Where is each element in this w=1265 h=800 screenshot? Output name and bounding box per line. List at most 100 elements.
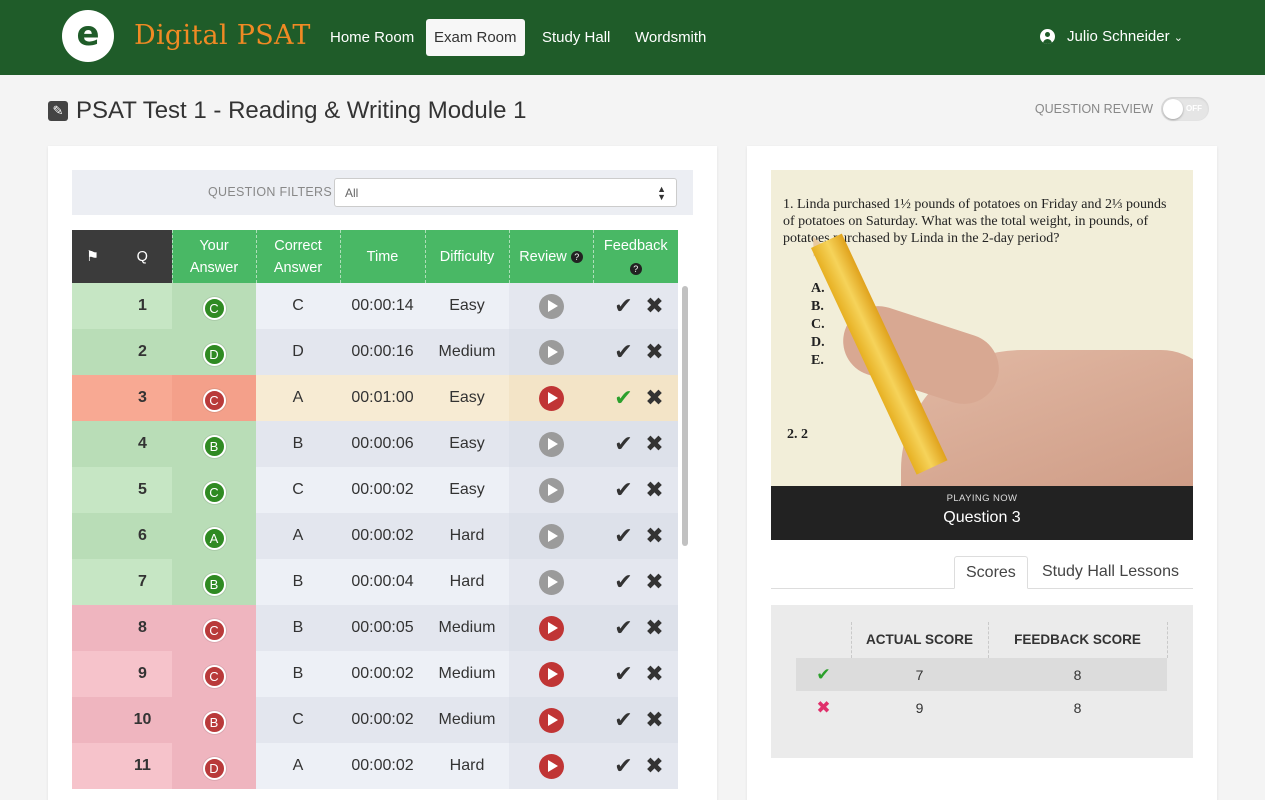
play-icon[interactable]	[538, 753, 564, 779]
difficulty-cell: Easy	[425, 467, 509, 513]
video-player[interactable]: 1. Linda purchased 1½ pounds of potatoes…	[771, 170, 1193, 486]
play-icon[interactable]	[538, 569, 564, 595]
play-icon[interactable]	[538, 385, 564, 411]
flag-column-header[interactable]: ⚑	[72, 230, 113, 283]
flag-cell[interactable]	[72, 697, 113, 743]
thumbs-check-icon[interactable]: ✔	[605, 340, 643, 365]
table-scrollbar[interactable]	[682, 286, 688, 546]
nav-home-room[interactable]: Home Room	[322, 19, 422, 56]
question-table: ⚑ Q Your Answer Correct Answer Time Diffic…	[72, 230, 678, 789]
review-cell	[509, 559, 593, 605]
play-icon[interactable]	[538, 707, 564, 733]
thumbs-cross-icon[interactable]: ✖	[643, 340, 667, 365]
feedback-score-value: 8	[988, 658, 1167, 691]
thumbs-check-icon[interactable]: ✔	[605, 386, 643, 411]
playing-now-title: Question 3	[943, 509, 1021, 526]
nav-wordsmith[interactable]: Wordsmith	[627, 19, 714, 56]
flag-cell[interactable]	[72, 651, 113, 697]
user-menu[interactable]: Julio Schneider ⌄	[1040, 28, 1183, 45]
thumbs-cross-icon[interactable]: ✖	[643, 294, 667, 319]
nav-exam-room[interactable]: Exam Room	[426, 19, 525, 56]
answer-badge: C	[202, 480, 226, 504]
thumbs-cross-icon[interactable]: ✖	[643, 386, 667, 411]
thumbs-check-icon[interactable]: ✔	[605, 432, 643, 457]
help-icon[interactable]: ?	[570, 250, 583, 263]
table-row[interactable]: 6 A A 00:00:02 Hard ✔ ✖	[72, 513, 678, 559]
thumbs-cross-icon[interactable]: ✖	[643, 478, 667, 503]
answer-badge: C	[202, 388, 226, 412]
time-cell: 00:00:14	[340, 283, 425, 329]
thumbs-cross-icon[interactable]: ✖	[643, 524, 667, 549]
your-answer-header[interactable]: Your Answer	[171, 230, 256, 283]
thumbs-cross-icon[interactable]: ✖	[643, 662, 667, 687]
select-caret-icon: ▲ ▼	[657, 184, 666, 202]
feedback-cell: ✔ ✖	[593, 559, 678, 605]
question-review-toggle[interactable]: OFF	[1161, 97, 1209, 121]
answer-badge: C	[202, 296, 226, 320]
correct-answer-cell: A	[256, 375, 340, 421]
flag-cell[interactable]	[72, 467, 113, 513]
review-header[interactable]: Review ?	[508, 230, 593, 283]
table-row[interactable]: 7 B B 00:00:04 Hard ✔ ✖	[72, 559, 678, 605]
thumbs-cross-icon[interactable]: ✖	[643, 708, 667, 733]
flag-cell[interactable]	[72, 329, 113, 375]
table-row[interactable]: 2 D D 00:00:16 Medium ✔ ✖	[72, 329, 678, 375]
play-icon[interactable]	[538, 339, 564, 365]
play-icon[interactable]	[538, 293, 564, 319]
table-row[interactable]: 4 B B 00:00:06 Easy ✔ ✖	[72, 421, 678, 467]
thumbs-check-icon[interactable]: ✔	[605, 294, 643, 319]
actual-score-header: ACTUAL SCORE	[850, 622, 989, 658]
review-cell	[509, 283, 593, 329]
play-icon[interactable]	[538, 661, 564, 687]
correct-answer-cell: B	[256, 605, 340, 651]
video-answer-choices: A. B. C. D. E.	[811, 281, 825, 368]
difficulty-cell: Easy	[425, 421, 509, 467]
table-row[interactable]: 3 C A 00:01:00 Easy ✔ ✖	[72, 375, 678, 421]
help-icon[interactable]: ?	[629, 262, 642, 275]
table-row[interactable]: 1 C C 00:00:14 Easy ✔ ✖	[72, 283, 678, 329]
thumbs-check-icon[interactable]: ✔	[605, 616, 643, 641]
flag-cell[interactable]	[72, 421, 113, 467]
flag-cell[interactable]	[72, 743, 113, 789]
flag-cell[interactable]	[72, 513, 113, 559]
thumbs-cross-icon[interactable]: ✖	[643, 754, 667, 779]
thumbs-check-icon[interactable]: ✔	[605, 524, 643, 549]
feedback-header[interactable]: Feedback?	[592, 230, 678, 283]
question-table-wrapper[interactable]: ⚑ Q Your Answer Correct Answer Time Diffic…	[72, 230, 693, 800]
tab-scores[interactable]: Scores	[954, 556, 1028, 589]
thumbs-cross-icon[interactable]: ✖	[643, 432, 667, 457]
tab-study-hall-lessons[interactable]: Study Hall Lessons	[1031, 556, 1190, 589]
brand-name[interactable]: Digital PSAT	[134, 20, 311, 51]
play-icon[interactable]	[538, 615, 564, 641]
thumbs-check-icon[interactable]: ✔	[605, 708, 643, 733]
review-cell	[509, 743, 593, 789]
thumbs-cross-icon[interactable]: ✖	[643, 616, 667, 641]
table-row[interactable]: 9 C B 00:00:02 Medium ✔ ✖	[72, 651, 678, 697]
table-row[interactable]: 5 C C 00:00:02 Easy ✔ ✖	[72, 467, 678, 513]
play-icon[interactable]	[538, 431, 564, 457]
correct-answer-header[interactable]: Correct Answer	[255, 230, 340, 283]
difficulty-cell: Medium	[425, 651, 509, 697]
difficulty-header[interactable]: Difficulty	[424, 230, 509, 283]
table-row[interactable]: 10 B C 00:00:02 Medium ✔ ✖	[72, 697, 678, 743]
flag-cell[interactable]	[72, 605, 113, 651]
thumbs-check-icon[interactable]: ✔	[605, 662, 643, 687]
q-column-header[interactable]: Q	[113, 230, 172, 283]
table-row[interactable]: 8 C B 00:00:05 Medium ✔ ✖	[72, 605, 678, 651]
thumbs-check-icon[interactable]: ✔	[605, 754, 643, 779]
thumbs-check-icon[interactable]: ✔	[605, 478, 643, 503]
nav-study-hall[interactable]: Study Hall	[534, 19, 618, 56]
play-icon[interactable]	[538, 477, 564, 503]
review-cell	[509, 605, 593, 651]
time-header[interactable]: Time	[339, 230, 425, 283]
flag-cell[interactable]	[72, 375, 113, 421]
flag-cell[interactable]	[72, 559, 113, 605]
question-review-control: QUESTION REVIEW OFF	[1035, 97, 1209, 121]
question-filter-select[interactable]: All ▲ ▼	[334, 178, 677, 207]
thumbs-cross-icon[interactable]: ✖	[643, 570, 667, 595]
logo-icon[interactable]: e	[62, 10, 114, 62]
flag-cell[interactable]	[72, 283, 113, 329]
thumbs-check-icon[interactable]: ✔	[605, 570, 643, 595]
table-row[interactable]: 11 D A 00:00:02 Hard ✔ ✖	[72, 743, 678, 789]
play-icon[interactable]	[538, 523, 564, 549]
